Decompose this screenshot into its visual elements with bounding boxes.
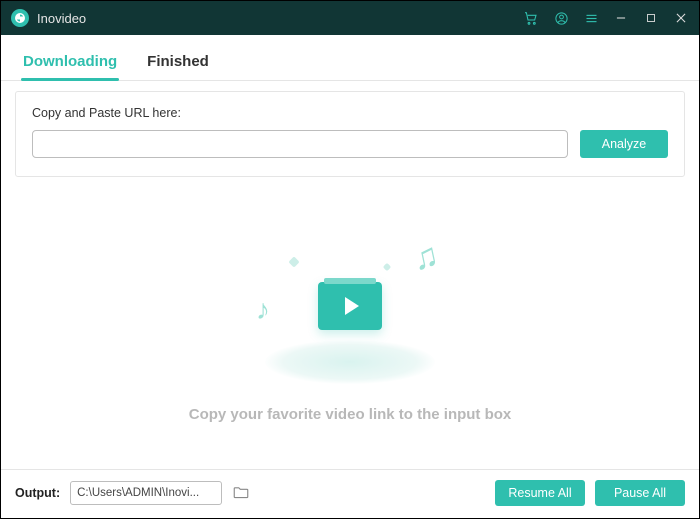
url-input[interactable]	[32, 130, 568, 158]
video-play-icon	[318, 282, 382, 330]
tab-bar: Downloading Finished	[1, 35, 699, 81]
empty-state: ♪ ♫ Copy your favorite video link to the…	[1, 177, 699, 469]
music-note-icon: ♫	[409, 235, 442, 278]
empty-illustration: ♪ ♫	[250, 234, 450, 384]
url-panel: Copy and Paste URL here: Analyze	[15, 91, 685, 177]
tab-finished[interactable]: Finished	[145, 45, 211, 80]
pause-all-button[interactable]: Pause All	[595, 480, 685, 506]
menu-icon[interactable]	[583, 10, 599, 26]
app-window: Inovideo Downloading Finished	[0, 0, 700, 519]
resume-all-button[interactable]: Resume All	[495, 480, 585, 506]
titlebar: Inovideo	[1, 1, 699, 35]
close-button[interactable]	[673, 10, 689, 26]
output-path-input[interactable]	[70, 481, 222, 505]
folder-icon[interactable]	[232, 484, 250, 502]
output-label: Output:	[15, 486, 60, 500]
music-note-icon: ♪	[256, 294, 270, 326]
account-icon[interactable]	[553, 10, 569, 26]
titlebar-actions	[523, 10, 689, 26]
tab-downloading[interactable]: Downloading	[21, 45, 119, 80]
url-input-label: Copy and Paste URL here:	[32, 106, 668, 120]
maximize-button[interactable]	[643, 10, 659, 26]
minimize-button[interactable]	[613, 10, 629, 26]
app-title: Inovideo	[37, 11, 86, 26]
empty-state-text: Copy your favorite video link to the inp…	[189, 406, 512, 423]
analyze-button[interactable]: Analyze	[580, 130, 668, 158]
app-logo-icon	[11, 9, 29, 27]
footer-bar: Output: Resume All Pause All	[1, 469, 699, 518]
cart-icon[interactable]	[523, 10, 539, 26]
